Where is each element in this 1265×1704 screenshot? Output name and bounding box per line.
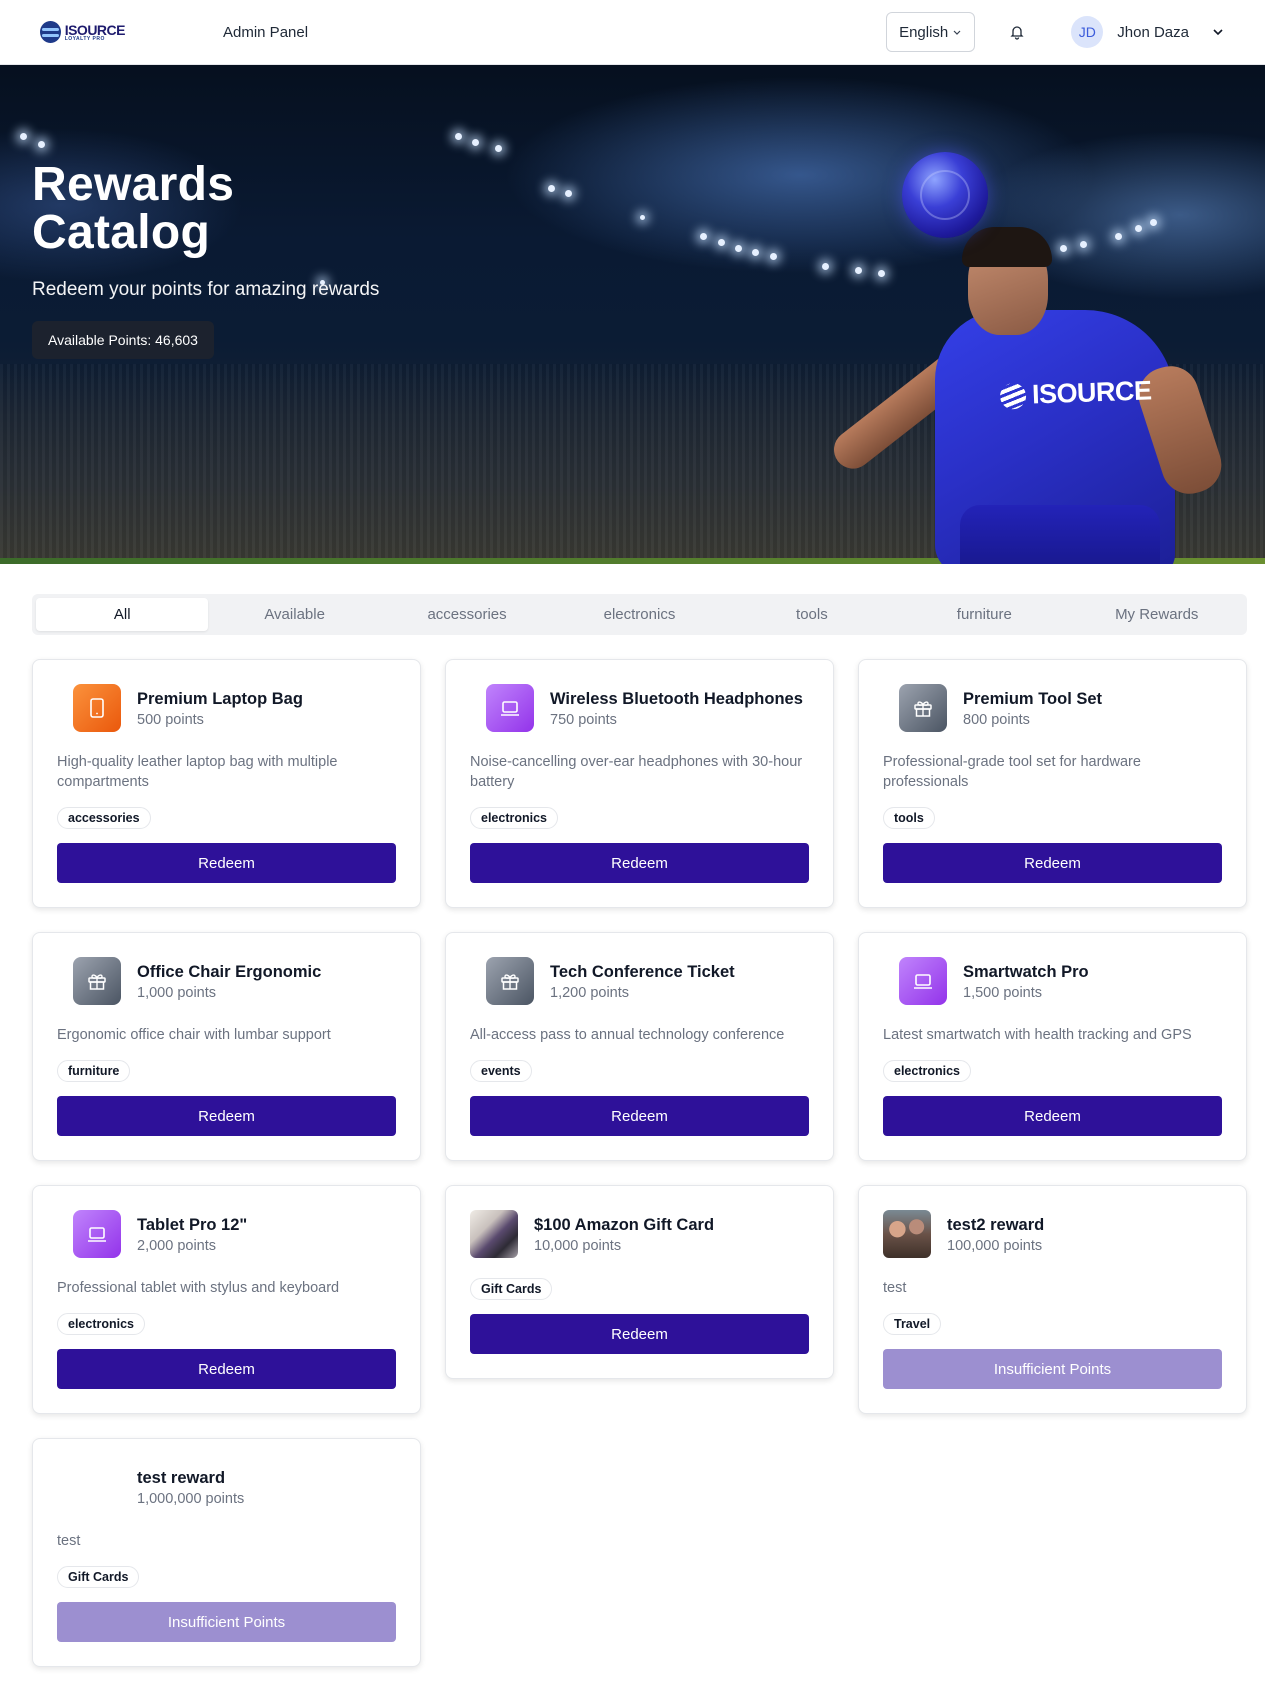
tab-available[interactable]: Available	[208, 598, 380, 631]
reward-points: 1,200 points	[550, 985, 630, 1001]
reward-description: test	[883, 1280, 907, 1296]
reward-title: Tablet Pro 12"	[137, 1216, 248, 1234]
reward-card: Premium Laptop Bag 500 points High-quali…	[32, 659, 421, 908]
category-badge: electronics	[883, 1060, 972, 1082]
reward-title: $100 Amazon Gift Card	[534, 1216, 715, 1234]
redeem-button[interactable]: Redeem	[57, 1096, 396, 1136]
reward-description: Professional tablet with stylus and keyb…	[57, 1280, 340, 1296]
chevron-down-icon	[1213, 29, 1223, 36]
reward-points: 1,000 points	[137, 985, 217, 1001]
admin-panel-link[interactable]: Admin Panel	[223, 24, 308, 41]
reward-points: 10,000 points	[534, 1238, 622, 1254]
reward-title: Premium Tool Set	[963, 690, 1103, 708]
reward-card: Tech Conference Ticket 1,200 points All-…	[445, 932, 834, 1161]
category-badge: furniture	[57, 1060, 131, 1082]
logo-mark-icon	[40, 21, 61, 43]
reward-card: Smartwatch Pro 1,500 points Latest smart…	[858, 932, 1247, 1161]
laptop-icon	[899, 957, 947, 1005]
missing-image	[73, 1463, 121, 1511]
soccer-ball	[902, 152, 988, 238]
category-badge: tools	[883, 807, 935, 829]
insufficient-points-button[interactable]: Insufficient Points	[883, 1349, 1222, 1389]
laptop-icon	[486, 684, 534, 732]
reward-description: Noise-cancelling over-ear headphones wit…	[470, 754, 803, 790]
chevron-down-icon	[953, 30, 961, 35]
top-navbar: ISOURCE LOYALTY PRO Admin Panel English …	[0, 0, 1265, 65]
page-title: Rewards Catalog	[32, 158, 235, 259]
redeem-button[interactable]: Redeem	[470, 843, 809, 883]
bell-icon	[1010, 26, 1024, 40]
avatar[interactable]: JD	[1071, 16, 1104, 48]
reward-title: Tech Conference Ticket	[550, 963, 735, 981]
reward-title: test2 reward	[947, 1216, 1045, 1234]
reward-points: 1,000,000 points	[137, 1491, 245, 1507]
reward-description: test	[57, 1533, 81, 1549]
insufficient-points-button[interactable]: Insufficient Points	[57, 1602, 396, 1642]
reward-title: test reward	[137, 1469, 226, 1487]
tab-my-rewards[interactable]: My Rewards	[1071, 598, 1243, 631]
logo-text: ISOURCE	[64, 21, 126, 38]
available-points-badge: Available Points: 46,603	[32, 321, 214, 359]
isource-logo[interactable]: ISOURCE LOYALTY PRO	[40, 17, 126, 47]
tab-accessories[interactable]: accessories	[381, 598, 553, 631]
category-badge: electronics	[470, 807, 559, 829]
language-select[interactable]: English	[886, 12, 976, 52]
redeem-button[interactable]: Redeem	[57, 1349, 396, 1389]
tab-furniture[interactable]: furniture	[898, 598, 1070, 631]
category-badge: Gift Cards	[470, 1278, 553, 1300]
product-photo	[470, 1210, 518, 1258]
category-badge: events	[470, 1060, 532, 1082]
gift-icon	[73, 957, 121, 1005]
jersey-logo: ISOURCE	[999, 375, 1153, 411]
reward-description: Professional-grade tool set for hardware…	[883, 754, 1141, 790]
tab-tools[interactable]: tools	[726, 598, 898, 631]
category-badge: accessories	[57, 807, 151, 829]
redeem-button[interactable]: Redeem	[883, 843, 1222, 883]
reward-points: 500 points	[137, 712, 204, 728]
user-name[interactable]: Jhon Daza	[1117, 24, 1189, 41]
reward-points: 750 points	[550, 712, 617, 728]
reward-description: All-access pass to annual technology con…	[470, 1027, 785, 1043]
reward-points: 100,000 points	[947, 1238, 1043, 1254]
reward-title: Office Chair Ergonomic	[137, 963, 322, 981]
user-menu-toggle[interactable]	[1211, 25, 1225, 39]
redeem-button[interactable]: Redeem	[470, 1314, 809, 1354]
reward-description: High-quality leather laptop bag with mul…	[57, 754, 338, 790]
category-badge: Gift Cards	[57, 1566, 140, 1588]
reward-description: Latest smartwatch with health tracking a…	[883, 1027, 1192, 1043]
reward-card: Tablet Pro 12" 2,000 points Professional…	[32, 1185, 421, 1414]
category-badge: electronics	[57, 1313, 146, 1335]
reward-points: 1,500 points	[963, 985, 1043, 1001]
redeem-button[interactable]: Redeem	[470, 1096, 809, 1136]
language-value: English	[899, 23, 949, 41]
rewards-grid: Premium Laptop Bag 500 points High-quali…	[32, 659, 1247, 1667]
reward-card: Premium Tool Set 800 points Professional…	[858, 659, 1247, 908]
reward-title: Premium Laptop Bag	[137, 690, 303, 708]
category-tabs: All Available accessories electronics to…	[32, 594, 1247, 635]
reward-points: 800 points	[963, 712, 1030, 728]
logo-subtext: LOYALTY PRO	[64, 35, 105, 42]
reward-card: $100 Amazon Gift Card 10,000 points Gift…	[445, 1185, 834, 1379]
reward-card: test2 reward 100,000 points test Travel …	[858, 1185, 1247, 1414]
reward-card: Office Chair Ergonomic 1,000 points Ergo…	[32, 932, 421, 1161]
tab-electronics[interactable]: electronics	[553, 598, 725, 631]
gift-icon	[486, 957, 534, 1005]
reward-title: Wireless Bluetooth Headphones	[550, 690, 803, 708]
laptop-icon	[73, 1210, 121, 1258]
reward-description: Ergonomic office chair with lumbar suppo…	[57, 1027, 331, 1043]
reward-points: 2,000 points	[137, 1238, 217, 1254]
hero-banner: ISOURCE Rewards Catalog Redeem your poin…	[0, 65, 1265, 564]
reward-title: Smartwatch Pro	[963, 963, 1089, 981]
tab-all[interactable]: All	[36, 598, 209, 631]
page-subtitle: Redeem your points for amazing rewards	[32, 279, 380, 300]
tablet-icon	[73, 684, 121, 732]
people-photo	[883, 1210, 931, 1258]
notifications-button[interactable]	[1007, 22, 1027, 42]
redeem-button[interactable]: Redeem	[883, 1096, 1222, 1136]
category-badge: Travel	[883, 1313, 942, 1335]
redeem-button[interactable]: Redeem	[57, 843, 396, 883]
gift-icon	[899, 684, 947, 732]
reward-card: Wireless Bluetooth Headphones 750 points…	[445, 659, 834, 908]
reward-card: test reward 1,000,000 points test Gift C…	[32, 1438, 421, 1667]
